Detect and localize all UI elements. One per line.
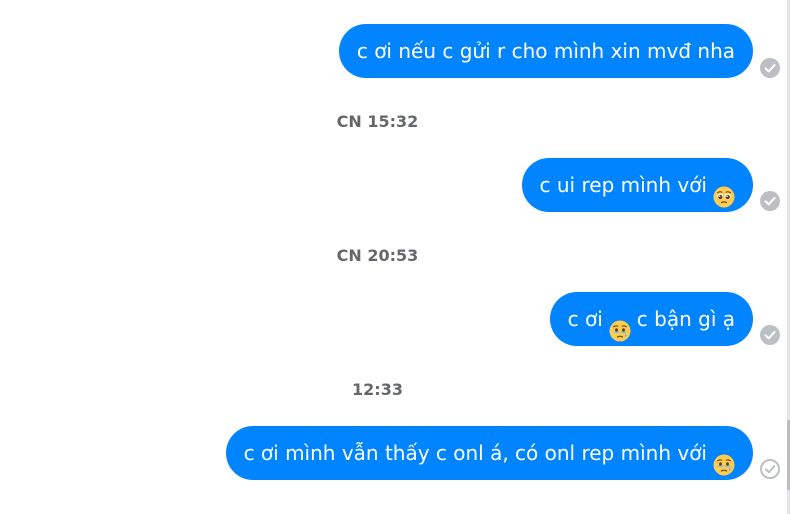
seen-check-icon xyxy=(760,58,780,78)
message-text: c ơi mình vẫn thấy c onl á, có onl rep m… xyxy=(243,441,707,465)
outgoing-message-bubble[interactable]: c ui rep mình với xyxy=(521,158,753,212)
timestamp-divider: CN 20:53 xyxy=(336,246,419,265)
seen-check-icon xyxy=(760,325,780,345)
pleading-face-icon xyxy=(713,174,735,208)
seen-check-icon xyxy=(760,191,780,211)
holding-back-tears-face-icon xyxy=(713,442,735,476)
message-thread: c ơi nếu c gửi r cho mình xin mvđ nha CN… xyxy=(0,0,790,514)
outgoing-message-bubble[interactable]: c ơi nếu c gửi r cho mình xin mvđ nha xyxy=(338,24,753,78)
outgoing-message-bubble[interactable]: c ơi c bận gì ạ xyxy=(549,292,753,346)
message-text: c ơi nếu c gửi r cho mình xin mvđ nha xyxy=(356,39,735,63)
sent-check-icon xyxy=(760,459,780,479)
holding-back-tears-face-icon xyxy=(609,308,631,342)
message-text: c ơi xyxy=(567,307,603,331)
message-text: c bận gì ạ xyxy=(636,307,735,331)
timestamp-divider: 12:33 xyxy=(352,380,403,399)
message-text: c ui rep mình với xyxy=(539,173,707,197)
outgoing-message-bubble[interactable]: c ơi mình vẫn thấy c onl á, có onl rep m… xyxy=(225,426,753,480)
timestamp-divider: CN 15:32 xyxy=(336,112,419,131)
